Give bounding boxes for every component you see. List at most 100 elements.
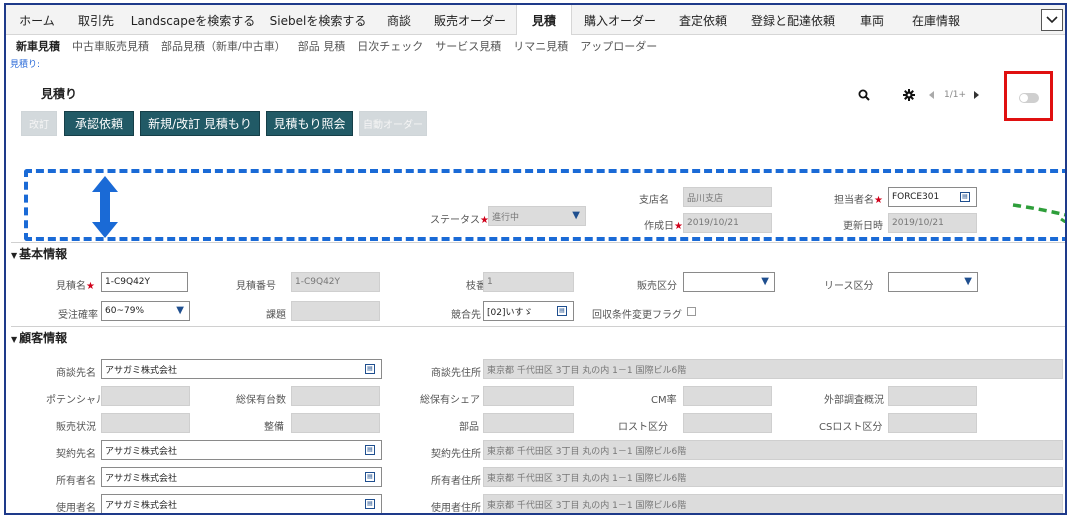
nav-item-home[interactable]: ホーム <box>6 5 68 35</box>
lease-type-select[interactable]: ▼ <box>888 272 978 292</box>
user-name-field[interactable]: アサガミ株式会社 ▤ <box>101 494 382 513</box>
divider <box>11 326 1065 327</box>
created-date-field: 2019/10/21 <box>683 213 772 233</box>
next-record-icon[interactable] <box>974 91 980 99</box>
nav-item-inventory[interactable]: 在庫情報 <box>896 5 976 35</box>
chevron-down-icon <box>1046 16 1058 24</box>
branch-label: 支店名 <box>639 195 669 206</box>
contract-name-value: アサガミ株式会社 <box>105 446 178 457</box>
request-approval-button[interactable]: 承認依頼 <box>64 111 134 136</box>
lookup-icon[interactable]: ▤ <box>365 499 375 509</box>
nav-item-quotes[interactable]: 見積 <box>516 5 572 35</box>
branch-number-field: 1 <box>483 272 574 292</box>
nav-item-deals[interactable]: 商談 <box>374 5 424 35</box>
chevron-down-icon: ▼ <box>572 210 580 221</box>
section-customer-info[interactable]: ▼ 顧客情報 <box>11 329 67 346</box>
collection-flag-checkbox[interactable] <box>687 307 696 316</box>
competitor-value: [02]いすゞ <box>487 307 533 318</box>
status-label: ステータス★ <box>430 215 489 226</box>
nav-item-landscape-search[interactable]: Landscapeを検索する <box>124 5 262 35</box>
nav-item-purchase-orders[interactable]: 購入オーダー <box>572 5 668 35</box>
top-nav: ホーム 取引先 Landscapeを検索する Siebelを検索する 商談 販売… <box>6 5 1065 35</box>
nav-item-appraisal[interactable]: 査定依頼 <box>668 5 738 35</box>
quote-inquiry-button[interactable]: 見積もり照会 <box>266 111 353 136</box>
lookup-icon[interactable]: ▤ <box>557 306 567 316</box>
lookup-icon[interactable]: ▤ <box>365 445 375 455</box>
subnav-item-parts-quote-vehicle[interactable]: 部品見積（新車/中古車） <box>155 38 292 54</box>
subnav-item-uploader[interactable]: アップローダー <box>574 38 663 54</box>
sales-type-select[interactable]: ▼ <box>683 272 775 292</box>
deal-name-value: アサガミ株式会社 <box>105 365 178 376</box>
sales-status-field <box>101 413 190 433</box>
caret-down-icon: ▼ <box>11 335 18 344</box>
search-icon[interactable] <box>858 89 870 101</box>
app-window: ホーム 取引先 Landscapeを検索する Siebelを検索する 商談 販売… <box>4 3 1067 515</box>
cm-rate-field <box>683 386 772 406</box>
subnav-item-service-quote[interactable]: サービス見積 <box>429 38 507 54</box>
owner-name-field[interactable]: アサガミ株式会社 ▤ <box>101 467 382 487</box>
vertical-double-arrow-icon <box>92 176 118 238</box>
user-address-label: 使用者住所 <box>431 503 481 514</box>
gear-icon[interactable] <box>903 89 915 101</box>
total-units-label: 総保有台数 <box>236 395 286 406</box>
probability-select[interactable]: 60~79% ▼ <box>101 301 190 321</box>
deal-address-field: 東京都 千代田区 3丁目 丸の内 1－1 国際ビル6階 <box>483 359 1063 379</box>
cost-type-field <box>683 413 772 433</box>
prev-record-icon[interactable] <box>929 91 935 99</box>
owner-field[interactable]: FORCE301 ▤ <box>888 187 977 207</box>
owner-name-value: アサガミ株式会社 <box>105 473 178 484</box>
toggle-switch[interactable] <box>1019 93 1039 103</box>
lookup-icon[interactable]: ▤ <box>365 472 375 482</box>
quote-name-label: 見積名★ <box>56 281 95 292</box>
nav-item-accounts[interactable]: 取引先 <box>68 5 124 35</box>
revise-button[interactable]: 改訂 <box>21 111 57 136</box>
subnav-item-remanufactured-quote[interactable]: リマニ見積 <box>507 38 574 54</box>
caret-down-icon: ▼ <box>11 251 18 260</box>
chevron-down-icon: ▼ <box>761 276 769 287</box>
subnav-item-daily-check[interactable]: 日次チェック <box>351 38 429 54</box>
section-basic-info[interactable]: ▼ 基本情報 <box>11 245 67 262</box>
owner-label: 担当者名★ <box>834 195 883 206</box>
nav-item-registration-delivery[interactable]: 登録と配達依頼 <box>738 5 848 35</box>
potential-field <box>101 386 190 406</box>
quote-name-input[interactable]: 1-C9Q42Y <box>101 272 188 292</box>
auto-order-button[interactable]: 自動オーダー <box>359 111 427 136</box>
lookup-icon[interactable]: ▤ <box>365 364 375 374</box>
sub-nav: 新車見積 中古車販売見積 部品見積（新車/中古車） 部品 見積 日次チェック サ… <box>6 36 663 56</box>
deal-name-label: 商談先名 <box>56 368 96 379</box>
issue-field <box>291 301 380 321</box>
maintenance-label: 整備 <box>264 422 284 433</box>
breadcrumb[interactable]: 見積り: <box>10 57 40 70</box>
owner-address-field: 東京都 千代田区 3丁目 丸の内 1－1 国際ビル6階 <box>483 467 1063 487</box>
new-revise-quote-button[interactable]: 新規/改訂 見積もり <box>140 111 260 136</box>
deal-name-field[interactable]: アサガミ株式会社 ▤ <box>101 359 382 379</box>
nav-more-button[interactable] <box>1041 9 1063 31</box>
potential-label: ポテンシャル <box>46 395 106 406</box>
nav-item-sales-orders[interactable]: 販売オーダー <box>424 5 516 35</box>
chevron-down-icon: ▼ <box>964 276 972 287</box>
subnav-item-used-vehicle-quote[interactable]: 中古車販売見積 <box>66 38 155 54</box>
cm-rate-label: CM率 <box>651 395 677 406</box>
user-name-value: アサガミ株式会社 <box>105 500 178 511</box>
contract-name-field[interactable]: アサガミ株式会社 ▤ <box>101 440 382 460</box>
highlight-box-red <box>1004 71 1053 121</box>
green-dashed-connector-icon <box>1012 203 1065 223</box>
subnav-item-parts-quote[interactable]: 部品 見積 <box>292 38 352 54</box>
status-select[interactable]: 進行中 ▼ <box>488 206 586 226</box>
parts-field <box>483 413 574 433</box>
chevron-down-icon: ▼ <box>176 305 184 316</box>
page-title: 見積り <box>41 87 78 101</box>
probability-label: 受注確率 <box>58 310 98 321</box>
nav-item-siebel-search[interactable]: Siebelを検索する <box>262 5 374 35</box>
competitor-field[interactable]: [02]いすゞ ▤ <box>483 301 574 321</box>
subnav-item-new-vehicle-quote[interactable]: 新車見積 <box>6 38 66 54</box>
nav-item-vehicles[interactable]: 車両 <box>848 5 896 35</box>
contract-name-label: 契約先名 <box>56 449 96 460</box>
collection-flag-label: 回収条件変更フラグ <box>592 310 682 321</box>
created-date-label: 作成日★ <box>644 221 683 232</box>
lookup-icon[interactable]: ▤ <box>960 192 970 202</box>
user-address-field: 東京都 千代田区 3丁目 丸の内 1－1 国際ビル6階 <box>483 494 1063 513</box>
user-name-label: 使用者名 <box>56 503 96 514</box>
status-value: 進行中 <box>492 212 520 223</box>
cs-cost-type-field <box>888 413 977 433</box>
